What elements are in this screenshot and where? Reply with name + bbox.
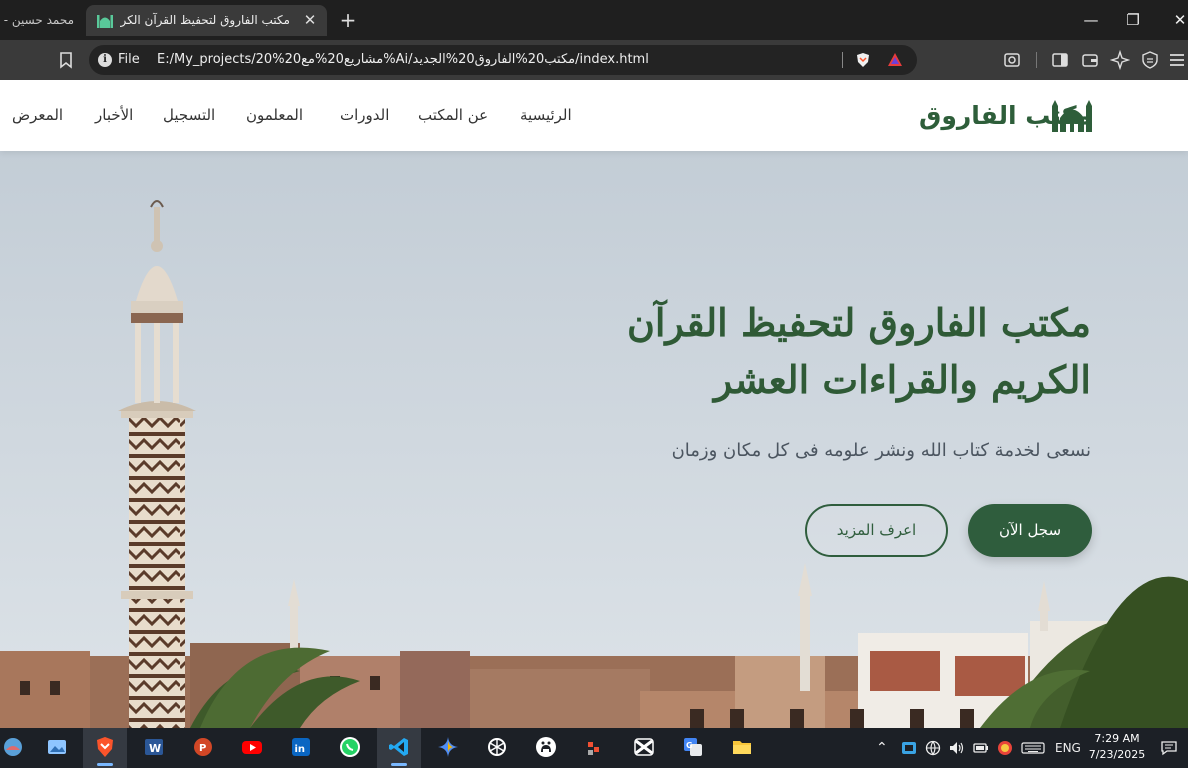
tab-active[interactable]: مكتب الفاروق لتحفيظ القرآن الكريم ✕ [86,5,327,36]
nav-link-news[interactable]: الأخبار [95,80,133,151]
svg-text:P: P [199,743,206,754]
site-brand[interactable]: مكتب الفاروق [919,80,1092,151]
url-scheme: File [118,52,140,67]
info-icon[interactable]: i [98,53,112,67]
chatgpt-icon [488,738,506,756]
gemini-icon [438,737,458,757]
app-tray-icon[interactable] [997,740,1013,756]
windows-taskbar: W P in G ⌃ ENG 7:29 AM 7/23/2025 [0,728,1188,768]
taskbar-photos[interactable] [35,728,79,768]
svg-text:in: in [295,744,306,755]
menu-icon[interactable] [1167,50,1187,70]
tab-previous[interactable]: محمد حسين - ج [0,6,78,34]
brave-rewards-icon[interactable] [887,52,903,68]
taskbar-word[interactable]: W [132,728,176,768]
github-icon [536,737,556,757]
notifications-icon[interactable] [1160,740,1178,756]
hero-subtitle: نسعى لخدمة كتاب الله ونشر علومه فى كل مك… [671,440,1091,461]
clock-time: 7:29 AM [1094,732,1140,745]
register-now-button[interactable]: سجل الآن [968,504,1092,557]
nav-link-gallery[interactable]: المعرض [12,80,63,151]
taskbar-vscode[interactable] [377,728,421,768]
sidebar-icon[interactable] [1050,50,1070,70]
vpn-icon[interactable] [1140,50,1160,70]
linkedin-icon: in [292,738,310,756]
taskbar-widgets[interactable] [0,728,30,768]
hero-title-line-1: مكتب الفاروق لتحفيظ القرآن [626,300,1091,345]
leo-ai-icon[interactable] [1110,50,1130,70]
web-page: مكتب الفاروق الرئيسية عن المكتب الدورات … [0,80,1188,728]
hero-title-line-2: الكريم والقراءات العشر [713,357,1091,402]
svg-text:W: W [149,742,161,755]
site-navbar: مكتب الفاروق الرئيسية عن المكتب الدورات … [0,80,1188,151]
volume-icon[interactable] [948,740,966,756]
tab-title: مكتب الفاروق لتحفيظ القرآن الكريم [120,13,290,27]
brave-shield-icon[interactable] [855,52,871,68]
taskbar-git[interactable] [573,728,617,768]
capcut-icon [634,738,654,756]
powerpoint-icon: P [194,738,212,756]
taskbar-youtube[interactable] [230,728,274,768]
screenshot-icon[interactable] [1002,50,1022,70]
hero-title: مكتب الفاروق لتحفيظ القرآن الكريم والقرا… [571,294,1091,408]
tab-close-icon[interactable]: ✕ [301,11,319,29]
word-icon: W [145,739,163,755]
keyboard-icon[interactable] [1021,740,1045,756]
nav-link-home[interactable]: الرئيسية [520,80,572,151]
taskbar-whatsapp[interactable] [328,728,372,768]
nav-link-about[interactable]: عن المكتب [418,80,488,151]
show-hidden-icons[interactable]: ⌃ [876,728,888,768]
taskbar-google-translate[interactable]: G [671,728,715,768]
google-translate-icon: G [684,738,702,756]
wallet-icon[interactable] [1080,50,1100,70]
taskbar-powerpoint[interactable]: P [181,728,225,768]
toolbar-divider [1036,52,1037,68]
language-indicator[interactable]: ENG [1055,728,1081,768]
brave-icon [97,737,113,757]
youtube-icon [242,741,262,754]
svg-text:G: G [686,741,693,750]
photos-icon [48,740,66,754]
new-tab-button[interactable]: + [336,8,360,32]
widgets-icon [4,738,22,756]
url-text[interactable]: E:/My_projects/20%مشاريع20%مع20%Ai/مكتب2… [157,45,797,75]
vscode-icon [389,738,408,756]
url-separator [842,52,843,68]
browser-tab-bar: محمد حسين - ج مكتب الفاروق لتحفيظ القرآن… [0,0,1188,40]
clock-date: 7/23/2025 [1088,748,1146,761]
hero-section: مكتب الفاروق لتحفيظ القرآن الكريم والقرا… [0,151,1188,728]
learn-more-button[interactable]: اعرف المزيد [805,504,948,557]
taskbar-gemini[interactable] [426,728,470,768]
taskbar-capcut[interactable] [622,728,666,768]
close-window-button[interactable]: ✕ [1166,8,1188,32]
whatsapp-icon [340,737,360,757]
battery-icon[interactable] [972,740,990,756]
nav-link-teachers[interactable]: المعلمون [246,80,303,151]
bookmark-icon[interactable] [56,50,76,70]
mosque-favicon-icon [97,15,113,28]
taskbar-file-explorer[interactable] [720,728,764,768]
minimize-button[interactable]: — [1077,8,1105,32]
address-bar[interactable]: i File E:/My_projects/20%مشاريع20%مع20%A… [89,45,917,75]
defender-icon[interactable] [901,740,917,756]
taskbar-brave[interactable] [83,728,127,768]
maximize-button[interactable]: ❐ [1119,8,1147,32]
taskbar-linkedin[interactable]: in [279,728,323,768]
taskbar-github[interactable] [524,728,568,768]
browser-toolbar: i File E:/My_projects/20%مشاريع20%مع20%A… [0,40,1188,80]
git-icon [588,742,599,755]
nav-link-courses[interactable]: الدورات [340,80,389,151]
network-globe-icon[interactable] [925,740,941,756]
nav-link-register[interactable]: التسجيل [163,80,215,151]
taskbar-chatgpt[interactable] [475,728,519,768]
clock[interactable]: 7:29 AM 7/23/2025 [1084,731,1150,763]
file-explorer-icon [733,741,751,754]
